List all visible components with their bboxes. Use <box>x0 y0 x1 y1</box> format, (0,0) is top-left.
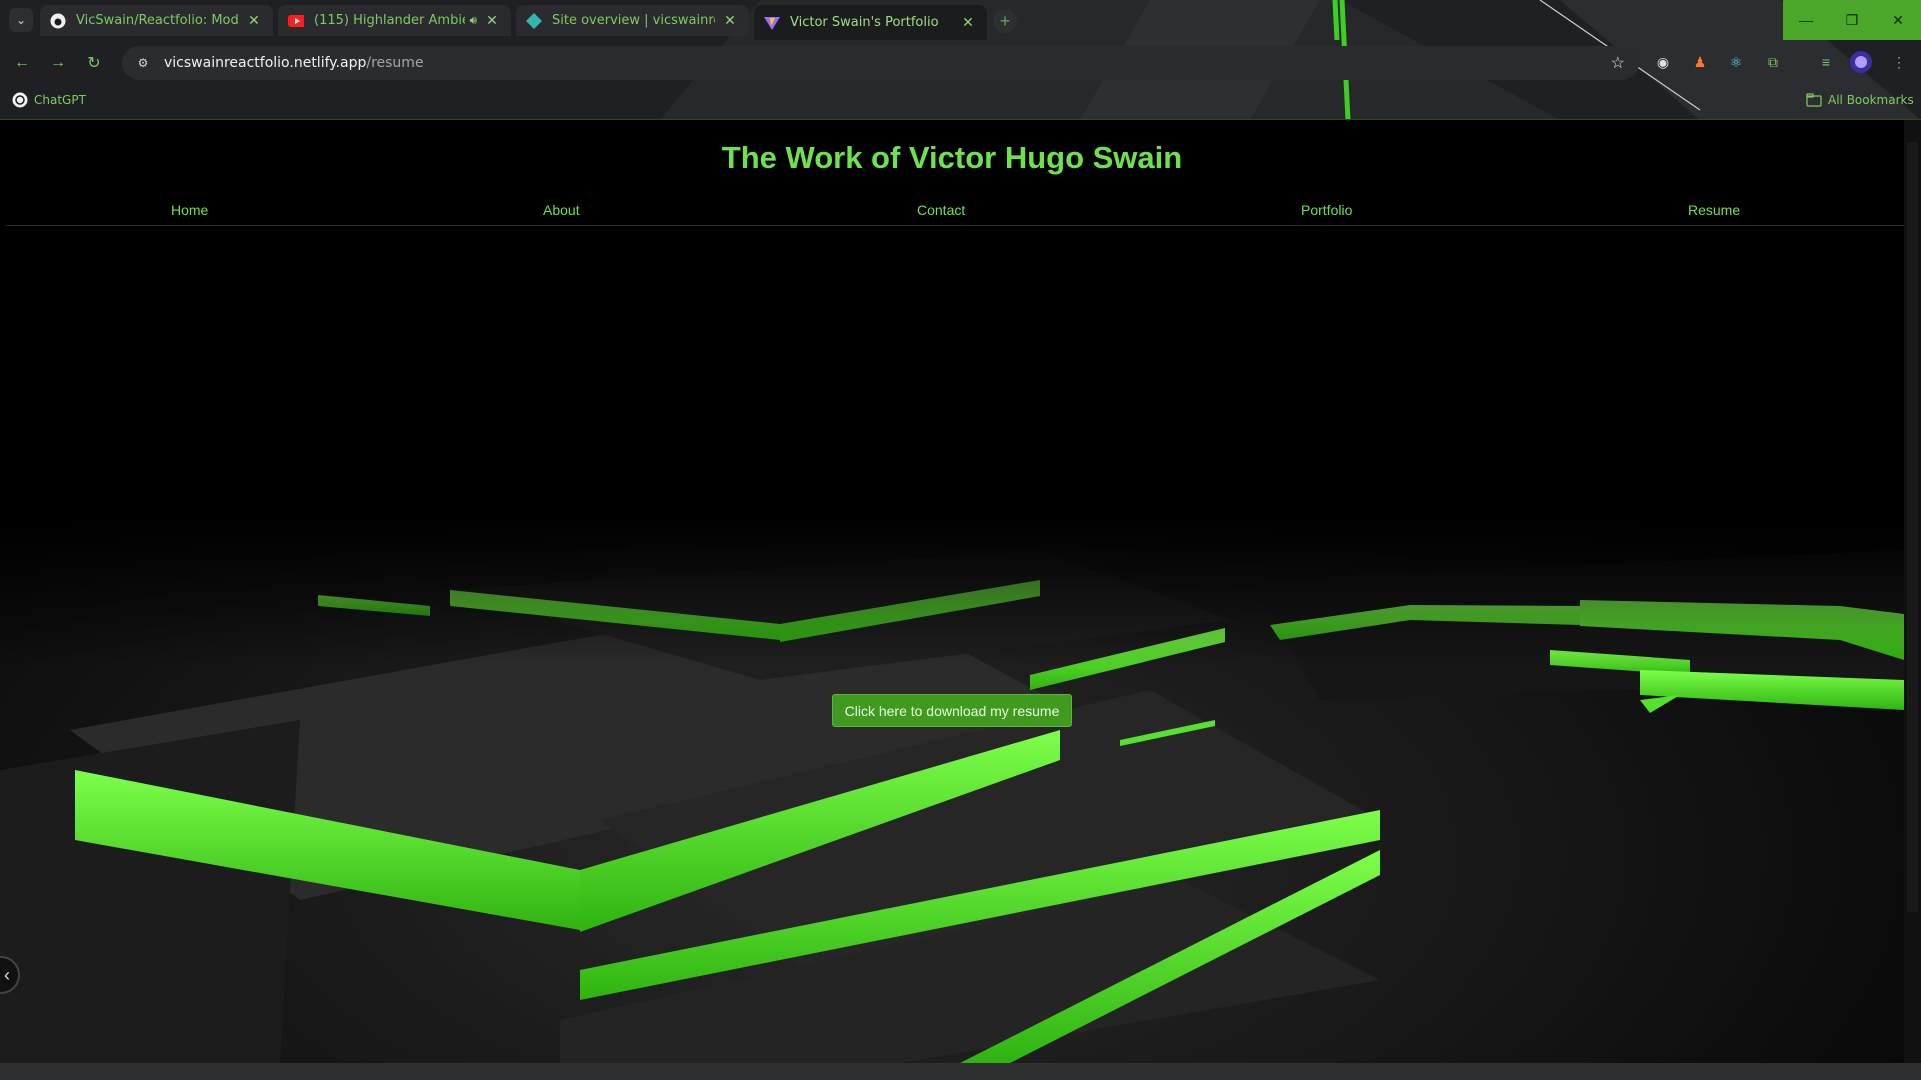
close-icon[interactable]: ✕ <box>245 12 263 30</box>
close-icon[interactable]: ✕ <box>721 12 739 30</box>
bookmark-chatgpt[interactable]: ChatGPT <box>12 92 86 108</box>
minimize-icon: — <box>1799 12 1813 28</box>
new-tab-button[interactable]: + <box>993 9 1017 33</box>
bookmark-star-icon[interactable]: ☆ <box>1611 53 1625 73</box>
url-path: /resume <box>366 55 424 71</box>
tab-search-button[interactable]: ⌄ <box>9 8 33 32</box>
nav-link-resume[interactable]: Resume <box>1688 202 1740 218</box>
arrow-left-icon: ← <box>14 54 30 71</box>
restore-icon: ❐ <box>1845 11 1859 28</box>
tab-title: Victor Swain's Portfolio <box>790 15 939 30</box>
page-scrollbar[interactable] <box>1904 120 1921 1063</box>
nav-link-about[interactable]: About <box>543 202 580 218</box>
speaker-icon[interactable]: 🔊︎ <box>469 13 477 28</box>
close-icon[interactable]: ✕ <box>483 12 501 30</box>
bookmark-label: All Bookmarks <box>1828 93 1914 107</box>
react-devtools-icon[interactable]: ⚛ <box>1725 51 1747 73</box>
download-resume-button[interactable]: Click here to download my resume <box>832 694 1072 727</box>
arrow-right-icon: → <box>50 54 66 71</box>
forward-button[interactable]: → <box>46 51 70 75</box>
extension-figure-icon[interactable]: ♟ <box>1689 51 1711 73</box>
vite-icon <box>764 15 780 31</box>
netlify-icon <box>526 12 542 29</box>
tab-portfolio[interactable]: Victor Swain's Portfolio ✕ <box>754 5 987 40</box>
back-button[interactable]: ← <box>10 51 34 75</box>
site-title: The Work of Victor Hugo Swain <box>721 140 1183 175</box>
github-icon <box>50 13 66 29</box>
tab-title: VicSwain/Reactfolio: Module 20 <box>76 13 239 28</box>
folder-icon <box>1806 92 1822 108</box>
tab-title: (115) Highlander Ambience <box>314 13 465 28</box>
media-controls-icon[interactable]: ≡ <box>1815 51 1837 73</box>
tab-github[interactable]: VicSwain/Reactfolio: Module 20 ✕ <box>40 5 273 36</box>
site-info-icon[interactable]: ⚙︎ <box>134 54 152 72</box>
extension-glasses-icon[interactable]: ◉ <box>1652 51 1674 73</box>
tab-title: Site overview | vicswainreactfolio <box>552 13 715 28</box>
background-scene-image <box>0 120 1904 1063</box>
restore-button[interactable]: ❐ <box>1829 0 1875 40</box>
nav-link-portfolio[interactable]: Portfolio <box>1301 202 1352 218</box>
chatgpt-icon <box>12 92 28 108</box>
tab-youtube[interactable]: (115) Highlander Ambience 🔊︎ ✕ <box>278 5 511 36</box>
profile-avatar[interactable] <box>1850 51 1872 73</box>
bookmark-all-folder[interactable]: All Bookmarks <box>1806 92 1914 108</box>
menu-kebab-icon[interactable]: ⋮ <box>1888 51 1910 73</box>
status-bar <box>0 1063 1921 1080</box>
bookmark-label: ChatGPT <box>34 93 86 107</box>
chevron-down-icon: ⌄ <box>15 13 27 27</box>
close-window-button[interactable]: ✕ <box>1875 0 1921 40</box>
reload-icon: ↻ <box>87 55 101 72</box>
nav-link-home[interactable]: Home <box>171 202 208 218</box>
close-icon[interactable]: ✕ <box>959 14 977 32</box>
extensions-puzzle-icon[interactable]: ⧉ <box>1762 51 1784 73</box>
bookmarks-bar: ChatGPT All Bookmarks <box>0 86 1921 120</box>
scrollbar-thumb[interactable] <box>1907 142 1918 912</box>
tab-strip: ⌄ VicSwain/Reactfolio: Module 20 ✕ (115)… <box>0 0 1921 40</box>
page-viewport: The Work of Victor Hugo Swain Home About… <box>0 120 1904 1063</box>
chevron-left-icon: ‹ <box>4 964 10 985</box>
minimize-button[interactable]: — <box>1783 0 1829 40</box>
site-nav: Home About Contact Portfolio Resume <box>6 196 1904 226</box>
browser-toolbar: ← → ↻ ⚙︎ vicswainreactfolio.netlify.app /… <box>0 40 1921 86</box>
nav-link-contact[interactable]: Contact <box>917 202 965 218</box>
url-host: vicswainreactfolio.netlify.app <box>164 55 367 71</box>
youtube-icon <box>288 13 304 29</box>
browser-chrome: ⌄ VicSwain/Reactfolio: Module 20 ✕ (115)… <box>0 0 1921 120</box>
reload-button[interactable]: ↻ <box>82 51 106 75</box>
address-bar[interactable]: ⚙︎ vicswainreactfolio.netlify.app/resume… <box>122 46 1639 80</box>
close-icon: ✕ <box>1892 11 1904 28</box>
plus-icon: + <box>999 10 1011 31</box>
tab-netlify[interactable]: Site overview | vicswainreactfolio ✕ <box>516 5 749 36</box>
